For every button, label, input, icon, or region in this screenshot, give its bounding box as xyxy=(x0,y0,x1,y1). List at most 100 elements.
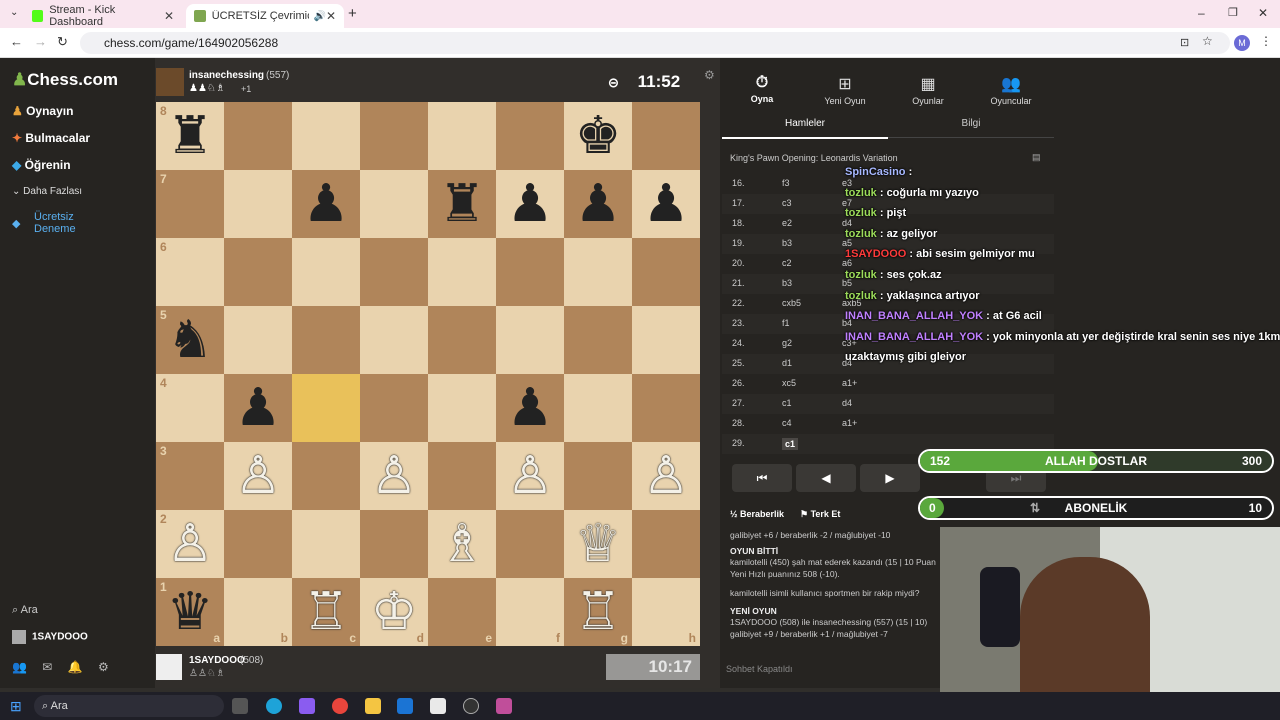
piece[interactable]: ♞ xyxy=(167,311,214,369)
piece[interactable]: ♟ xyxy=(507,379,554,437)
square-d2[interactable] xyxy=(360,510,428,578)
square-g6[interactable] xyxy=(564,238,632,306)
square-e6[interactable] xyxy=(428,238,496,306)
square-g8[interactable]: ♚ xyxy=(564,102,632,170)
square-c6[interactable] xyxy=(292,238,360,306)
square-b1[interactable]: b xyxy=(224,578,292,646)
move[interactable]: c2 xyxy=(782,258,792,268)
square-b3[interactable]: ♙ xyxy=(224,442,292,510)
tab-play[interactable]: ⏱ Oyna xyxy=(722,74,802,104)
move[interactable]: f3 xyxy=(782,178,790,188)
square-d1[interactable]: ♔ d xyxy=(360,578,428,646)
piece[interactable]: ♙ xyxy=(235,447,282,505)
tab-list-icon[interactable]: ⌄ xyxy=(10,7,18,18)
new-tab-icon[interactable]: + xyxy=(348,5,357,22)
friends-icon[interactable]: 👥 xyxy=(12,660,27,674)
piece[interactable]: ♙ xyxy=(507,447,554,505)
prev-move-button[interactable]: ◀ xyxy=(796,464,856,492)
resign-button[interactable]: ⚑ Terk Et xyxy=(800,509,840,520)
bell-icon[interactable]: 🔔 xyxy=(68,660,83,674)
piece[interactable]: ♚ xyxy=(575,107,622,165)
square-a1[interactable]: ♛ 1 a xyxy=(156,578,224,646)
square-e3[interactable] xyxy=(428,442,496,510)
square-f6[interactable] xyxy=(496,238,564,306)
square-h3[interactable]: ♙ xyxy=(632,442,700,510)
outlook-icon[interactable] xyxy=(397,698,413,714)
reload-icon[interactable]: ↻ xyxy=(57,34,68,50)
move[interactable]: c1 xyxy=(782,438,799,450)
gear-icon[interactable]: ⚙ xyxy=(98,660,109,674)
square-h7[interactable]: ♟ xyxy=(632,170,700,238)
square-a6[interactable]: 6 xyxy=(156,238,224,306)
square-c7[interactable]: ♟ xyxy=(292,170,360,238)
move[interactable]: d1 xyxy=(782,358,792,368)
mail-icon[interactable]: ✉ xyxy=(42,660,52,674)
square-d4[interactable] xyxy=(360,374,428,442)
square-d7[interactable] xyxy=(360,170,428,238)
square-h1[interactable]: h xyxy=(632,578,700,646)
square-e5[interactable] xyxy=(428,306,496,374)
square-f5[interactable] xyxy=(496,306,564,374)
square-h4[interactable] xyxy=(632,374,700,442)
chess-board[interactable]: ♜ 8 ♚ 7 ♟ ♜ ♟ ♟ ♟ 6 ♞ 5 4 ♟ ♟ 3 ♙ ♙ ♙ ♙ ♙ 2 ♗ ♕ ♛ 1 a b ♖ c ♔ d e f ♖ g h xyxy=(156,102,700,646)
task-view-icon[interactable] xyxy=(232,698,248,714)
square-c2[interactable] xyxy=(292,510,360,578)
chrome-icon[interactable] xyxy=(332,698,348,714)
square-g2[interactable]: ♕ xyxy=(564,510,632,578)
draw-button[interactable]: ½ Beraberlik xyxy=(730,509,784,519)
nav-search[interactable]: ⌕ Ara xyxy=(12,604,38,617)
file-explorer-icon[interactable] xyxy=(365,698,381,714)
square-e4[interactable] xyxy=(428,374,496,442)
piece[interactable]: ♕ xyxy=(575,515,622,573)
nav-user[interactable]: 1SAYDOOO xyxy=(12,630,88,644)
move[interactable]: b3 xyxy=(782,238,792,248)
piece[interactable]: ♜ xyxy=(167,107,214,165)
square-b7[interactable] xyxy=(224,170,292,238)
piece[interactable]: ♔ xyxy=(371,583,418,641)
move[interactable]: g2 xyxy=(782,338,792,348)
square-f7[interactable]: ♟ xyxy=(496,170,564,238)
square-f4[interactable]: ♟ xyxy=(496,374,564,442)
square-f1[interactable]: f xyxy=(496,578,564,646)
piece[interactable]: ♟ xyxy=(507,175,554,233)
square-g7[interactable]: ♟ xyxy=(564,170,632,238)
piece[interactable]: ♟ xyxy=(235,379,282,437)
edge-icon[interactable] xyxy=(266,698,282,714)
back-icon[interactable]: ← xyxy=(10,34,23,49)
square-c3[interactable] xyxy=(292,442,360,510)
square-a2[interactable]: ♙ 2 xyxy=(156,510,224,578)
windows-start-icon[interactable]: ⊞ xyxy=(10,698,22,715)
square-g3[interactable] xyxy=(564,442,632,510)
square-c8[interactable] xyxy=(292,102,360,170)
forward-icon[interactable]: → xyxy=(34,34,47,49)
piece[interactable]: ♗ xyxy=(439,515,486,573)
square-e2[interactable]: ♗ xyxy=(428,510,496,578)
piece[interactable]: ♟ xyxy=(303,175,350,233)
move[interactable]: c1 xyxy=(782,398,792,408)
nav-play[interactable]: ♟ Oynayın xyxy=(12,104,73,118)
url-field[interactable]: chess.com/game/164902056288 xyxy=(80,32,1230,54)
piece[interactable]: ♟ xyxy=(643,175,690,233)
square-f2[interactable] xyxy=(496,510,564,578)
square-b5[interactable] xyxy=(224,306,292,374)
chesscom-logo[interactable]: ♟Chess.com xyxy=(12,70,118,90)
square-b4[interactable]: ♟ xyxy=(224,374,292,442)
square-h2[interactable] xyxy=(632,510,700,578)
square-b8[interactable] xyxy=(224,102,292,170)
move[interactable]: b3 xyxy=(782,278,792,288)
move[interactable]: e2 xyxy=(782,218,792,228)
square-d8[interactable] xyxy=(360,102,428,170)
square-d6[interactable] xyxy=(360,238,428,306)
square-f8[interactable] xyxy=(496,102,564,170)
square-e7[interactable]: ♜ xyxy=(428,170,496,238)
square-a8[interactable]: ♜ 8 xyxy=(156,102,224,170)
square-a7[interactable]: 7 xyxy=(156,170,224,238)
close-tab-icon[interactable]: ✕ xyxy=(326,9,336,23)
copilot-icon[interactable] xyxy=(299,698,315,714)
square-d5[interactable] xyxy=(360,306,428,374)
close-window-icon[interactable]: ✕ xyxy=(1258,6,1268,20)
move[interactable]: f1 xyxy=(782,318,790,328)
minimize-icon[interactable]: – xyxy=(1198,6,1205,20)
nav-puzzles[interactable]: ✦ Bulmacalar xyxy=(12,131,90,145)
square-g5[interactable] xyxy=(564,306,632,374)
